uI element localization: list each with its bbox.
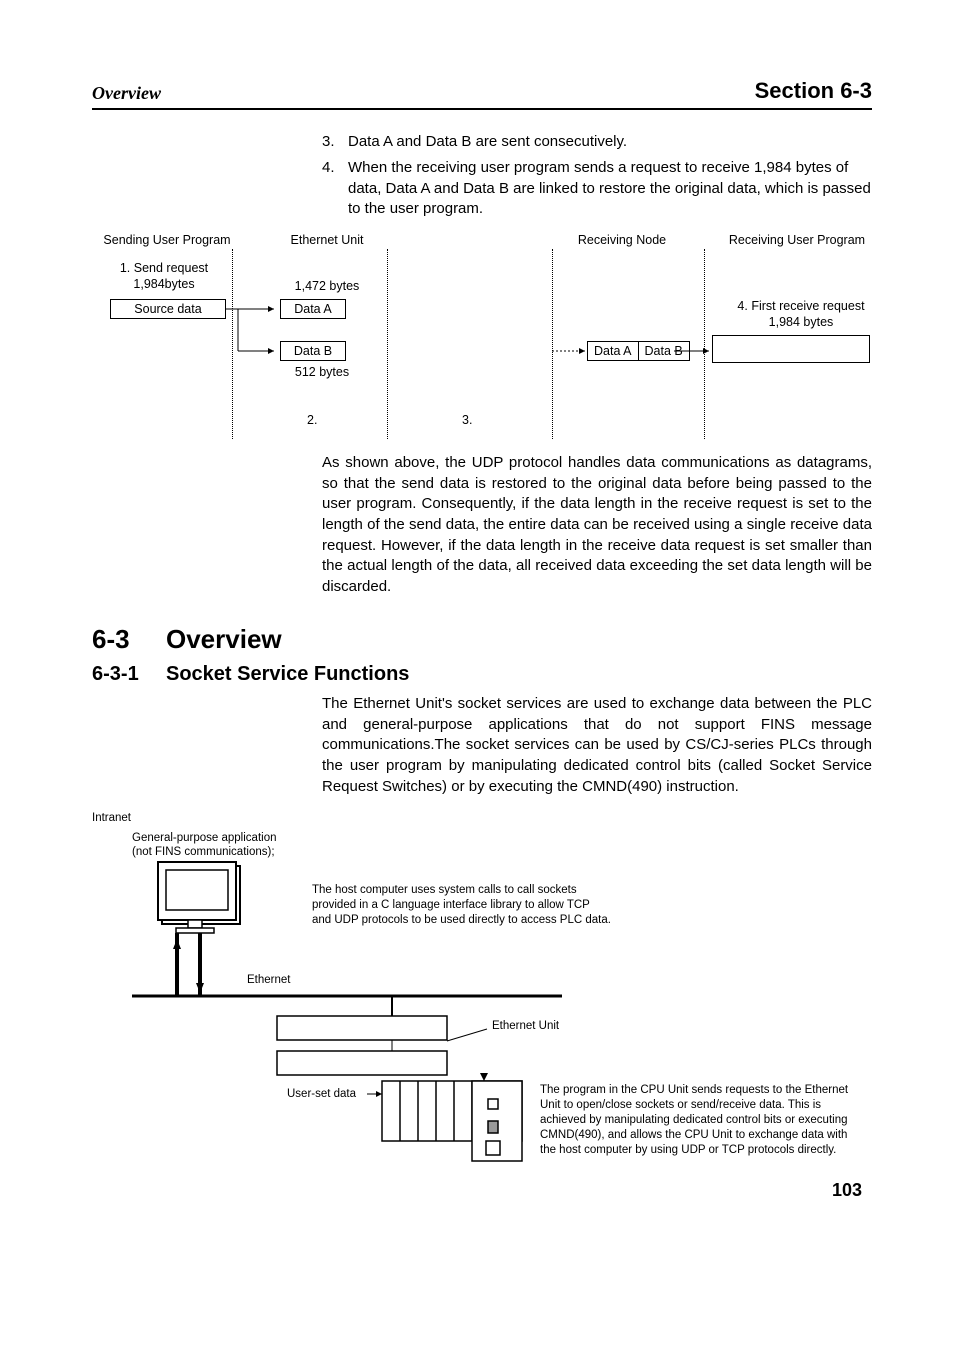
host-computer-text: The host computer uses system calls to c…	[312, 883, 612, 928]
socket-paragraph: The Ethernet Unit's socket services are …	[322, 694, 872, 797]
page-header: Overview Section 6-3	[92, 78, 872, 110]
subsection-title: Socket Service Functions	[166, 663, 409, 686]
source-data-box: Source data	[110, 299, 226, 319]
ethernet-label: Ethernet	[247, 973, 290, 988]
udp-paragraph: As shown above, the UDP protocol handles…	[322, 453, 872, 598]
dash-line	[552, 249, 553, 439]
bytes-512: 512 bytes	[282, 365, 362, 379]
bytes-1472: 1,472 bytes	[277, 279, 377, 293]
section-title: Overview	[166, 624, 282, 655]
send-request-line1: 1. Send request	[104, 261, 224, 275]
joined-data-a: Data A	[587, 341, 639, 361]
cpu-program-text: The program in the CPU Unit sends reques…	[540, 1083, 850, 1158]
step-text: When the receiving user program sends a …	[348, 158, 872, 219]
step-4: 4. When the receiving user program sends…	[322, 158, 872, 219]
first-receive-line1: 4. First receive request	[716, 299, 886, 313]
col-sending-user: Sending User Program	[92, 233, 242, 247]
step-3-label: 3.	[462, 413, 472, 427]
numbered-steps: 3. Data A and Data B are sent consecutiv…	[322, 132, 872, 219]
receive-empty-box	[712, 335, 870, 363]
step-num: 3.	[322, 132, 348, 152]
section-num: 6-3	[92, 624, 166, 655]
subsection-num: 6-3-1	[92, 663, 166, 686]
data-a-box: Data A	[280, 299, 346, 319]
header-right: Section 6-3	[755, 78, 872, 104]
dash-line	[232, 249, 233, 439]
dash-line	[387, 249, 388, 439]
send-request-line2: 1,984bytes	[104, 277, 224, 291]
section-heading: 6-3 Overview	[92, 624, 872, 655]
col-ethernet-unit: Ethernet Unit	[267, 233, 387, 247]
gp-app-line2: (not FINS communications);	[132, 845, 275, 860]
gp-app-line1: General-purpose application	[132, 831, 276, 846]
col-receiving-user: Receiving User Program	[712, 233, 882, 247]
udp-flow-diagram: Sending User Program Ethernet Unit Recei…	[92, 233, 872, 443]
subsection-heading: 6-3-1 Socket Service Functions	[92, 663, 872, 686]
step-text: Data A and Data B are sent consecutively…	[348, 132, 872, 152]
user-set-data-label: User-set data	[287, 1087, 356, 1102]
intranet-diagram: Intranet General-purpose application (no…	[92, 811, 872, 1191]
col-receiving-node: Receiving Node	[562, 233, 682, 247]
step-3: 3. Data A and Data B are sent consecutiv…	[322, 132, 872, 152]
intranet-label: Intranet	[92, 811, 131, 826]
page-number: 103	[832, 1180, 862, 1201]
step-2-label: 2.	[307, 413, 317, 427]
header-left: Overview	[92, 83, 161, 104]
first-receive-line2: 1,984 bytes	[716, 315, 886, 329]
ethernet-unit-label: Ethernet Unit	[492, 1019, 559, 1034]
data-b-box: Data B	[280, 341, 346, 361]
joined-data-b: Data B	[639, 341, 690, 361]
step-num: 4.	[322, 158, 348, 219]
dash-line	[704, 249, 705, 439]
joined-data-box: Data A Data B	[587, 341, 690, 361]
